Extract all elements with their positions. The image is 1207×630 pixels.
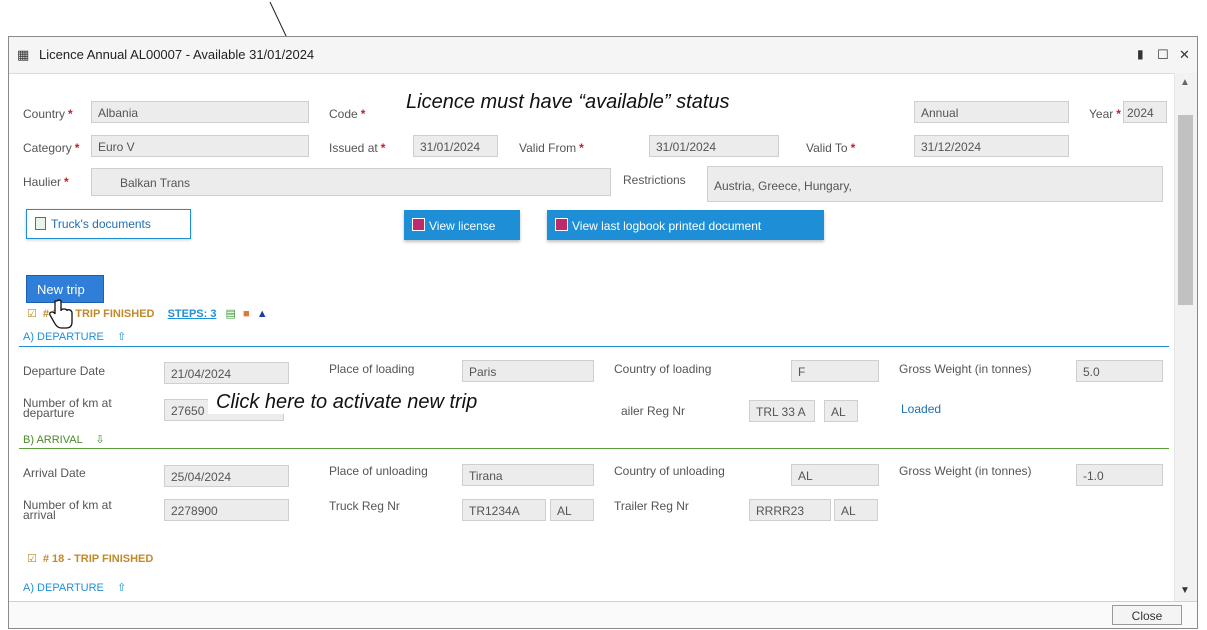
valid-from-field[interactable]: 31/01/2024: [649, 135, 779, 157]
restrictions-field[interactable]: Austria, Greece, Hungary,: [707, 166, 1163, 202]
departure-date-label: Departure Date: [23, 364, 106, 378]
km-departure-label: Number of km at departure: [23, 396, 112, 420]
close-button[interactable]: Close: [1112, 605, 1182, 625]
trailer-reg-arr-label: Trailer Reg Nr: [614, 499, 689, 513]
loaded-status: Loaded: [901, 402, 942, 416]
valid-to-field[interactable]: 31/12/2024: [914, 135, 1069, 157]
place-unloading-label: Place of unloading: [329, 464, 428, 478]
truck-reg-label: Truck Reg Nr: [329, 499, 400, 513]
truck-icon[interactable]: ■: [243, 308, 250, 320]
scroll-down-icon[interactable]: ▼: [1180, 585, 1190, 596]
departure-divider: [19, 346, 1169, 347]
pdf-icon: [555, 218, 568, 231]
scroll-up-icon[interactable]: ▲: [1180, 77, 1190, 88]
restrictions-label: Restrictions: [623, 173, 686, 187]
km-arrival-label: Number of km at arrival: [23, 498, 112, 522]
issued-at-field[interactable]: 31/01/2024: [413, 135, 498, 157]
year-field[interactable]: 2024: [1123, 101, 1167, 123]
departure-date-field[interactable]: 21/04/2024: [164, 362, 289, 384]
gross-weight-dep-label: Gross Weight (in tonnes): [899, 362, 1032, 376]
trailer-reg-dep-field[interactable]: TRL 33 A: [749, 400, 815, 422]
gross-weight-dep-field[interactable]: 5.0: [1076, 360, 1163, 382]
status-annotation: Licence must have “available” status: [400, 91, 736, 114]
country-label: Country *: [23, 107, 73, 121]
year-label: Year *: [1089, 107, 1121, 121]
trailer-reg-dep-label: ailer Reg Nr: [621, 404, 686, 418]
new-trip-annotation: Click here to activate new trip: [208, 391, 486, 414]
trucks-documents-button[interactable]: Truck's documents: [26, 209, 191, 239]
upload-icon: ⇧: [116, 331, 127, 343]
arrival-section-label: B) ARRIVAL ⇩: [23, 434, 105, 446]
licence-window: ▦ Licence Annual AL00007 - Available 31/…: [8, 36, 1198, 629]
pin-icon[interactable]: ▮: [1137, 47, 1144, 61]
place-unloading-field[interactable]: Tirana: [462, 464, 594, 486]
maximize-icon[interactable]: ☐: [1157, 47, 1169, 63]
haulier-field[interactable]: Balkan Trans: [91, 168, 611, 196]
check-icon: ☑: [27, 308, 37, 320]
steps-link[interactable]: STEPS: 3: [168, 308, 217, 320]
view-license-button[interactable]: View license: [404, 210, 520, 240]
upload-icon: ⇧: [116, 582, 127, 594]
valid-from-label: Valid From *: [519, 141, 584, 155]
arrival-date-field[interactable]: 25/04/2024: [164, 465, 289, 487]
country-unloading-field[interactable]: AL: [791, 464, 879, 486]
country-unloading-label: Country of unloading: [614, 464, 725, 478]
departure-section-label: A) DEPARTURE ⇧: [23, 331, 127, 343]
category-field[interactable]: Euro V: [91, 135, 309, 157]
hand-cursor-icon: [49, 299, 73, 329]
arrival-divider: [19, 448, 1169, 449]
trailer-reg-arr-country-field[interactable]: AL: [834, 499, 878, 521]
trailer-reg-arr-field[interactable]: RRRR23: [749, 499, 831, 521]
km-arrival-field[interactable]: 2278900: [164, 499, 289, 521]
lock-icon[interactable]: ▲: [257, 308, 268, 320]
document-icon: [35, 217, 46, 230]
download-icon: ⇩: [95, 434, 105, 446]
pdf-icon: [412, 218, 425, 231]
trip-18-header[interactable]: ☑ # 18 - TRIP FINISHED: [27, 552, 153, 565]
place-loading-field[interactable]: Paris: [462, 360, 594, 382]
check-icon: ☑: [27, 553, 37, 565]
title-bar: ▦ Licence Annual AL00007 - Available 31/…: [9, 37, 1197, 74]
country-loading-field[interactable]: F: [791, 360, 879, 382]
code-label: Code *: [329, 107, 366, 121]
scrollbar-thumb[interactable]: [1178, 115, 1193, 305]
haulier-label: Haulier *: [23, 175, 69, 189]
close-window-icon[interactable]: ✕: [1179, 47, 1190, 63]
arrival-date-label: Arrival Date: [23, 466, 86, 480]
valid-to-label: Valid To *: [806, 141, 856, 155]
place-loading-label: Place of loading: [329, 362, 415, 376]
issued-at-label: Issued at *: [329, 141, 386, 155]
window-title: Licence Annual AL00007 - Available 31/01…: [39, 47, 315, 62]
truck-reg-country-field[interactable]: AL: [550, 499, 594, 521]
gross-weight-arr-field[interactable]: -1.0: [1076, 464, 1163, 486]
dialog-footer: Close: [9, 601, 1197, 628]
window-icon: ▦: [17, 47, 30, 62]
truck-reg-field[interactable]: TR1234A: [462, 499, 546, 521]
trailer-reg-dep-country-field[interactable]: AL: [824, 400, 858, 422]
country-loading-label: Country of loading: [614, 362, 712, 376]
category-label: Category *: [23, 141, 80, 155]
view-logbook-button[interactable]: View last logbook printed document: [547, 210, 824, 240]
view-license-label: View license: [429, 219, 496, 233]
document-icon[interactable]: ▤: [226, 308, 236, 320]
view-logbook-label: View last logbook printed document: [572, 219, 762, 233]
vertical-scrollbar[interactable]: ▲ ▼: [1174, 73, 1197, 602]
gross-weight-arr-label: Gross Weight (in tonnes): [899, 464, 1032, 478]
trucks-documents-label: Truck's documents: [51, 217, 151, 231]
trip-18-departure-label: A) DEPARTURE ⇧: [23, 582, 127, 594]
type-field[interactable]: Annual: [914, 101, 1069, 123]
country-field[interactable]: Albania: [91, 101, 309, 123]
